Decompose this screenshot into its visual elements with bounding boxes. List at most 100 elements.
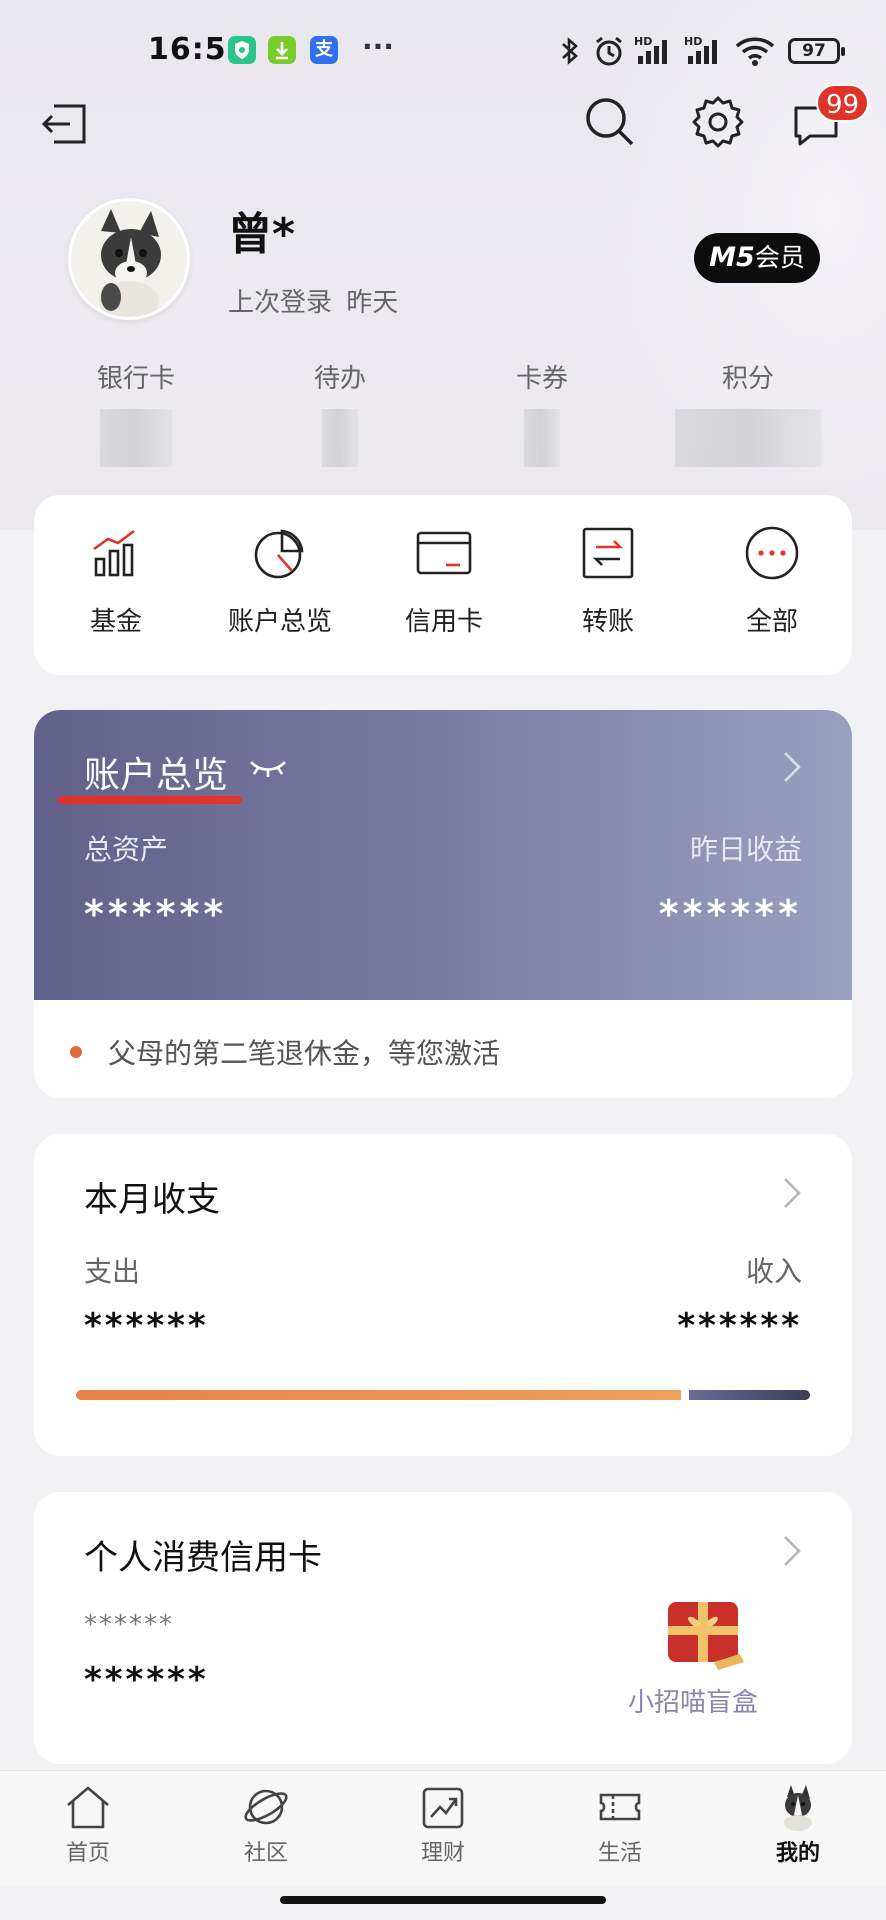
quick-action-account-overview[interactable]: 账户总览 xyxy=(198,525,362,638)
chevron-right-icon[interactable] xyxy=(782,1176,802,1210)
credit-card-value: ****** xyxy=(84,1660,209,1700)
tab-label: 社区 xyxy=(243,1841,288,1866)
download-app-icon xyxy=(268,36,296,64)
stat-label: 待办 xyxy=(313,364,366,394)
tab-community[interactable]: 社区 xyxy=(206,1783,326,1867)
expense-bar-segment xyxy=(76,1390,681,1400)
stat-label: 卡券 xyxy=(515,364,568,394)
monthly-income-expense-card[interactable]: 本月收支 支出 收入 ****** ****** xyxy=(34,1134,852,1456)
expense-label: 支出 xyxy=(84,1255,141,1288)
avatar-icon xyxy=(784,1785,812,1831)
tab-label: 首页 xyxy=(65,1841,110,1866)
more-dots-icon xyxy=(745,526,799,580)
logout-button[interactable] xyxy=(36,96,92,152)
notice-dot-icon xyxy=(70,1046,82,1058)
stat-value-blurred xyxy=(675,409,821,467)
quick-action-label: 基金 xyxy=(89,607,142,637)
account-overview-header: 账户总览 总资产 昨日收益 ****** ****** xyxy=(34,710,852,1000)
blind-box-label[interactable]: 小招喵盲盒 xyxy=(628,1682,758,1719)
total-assets-label: 总资产 xyxy=(84,833,169,866)
stat-todo[interactable]: 待办 xyxy=(240,358,440,471)
bottom-tab-bar: 首页 社区 理财 生活 我的 xyxy=(0,1770,886,1886)
quick-actions-card: 基金 账户总览 信用卡 转账 全部 xyxy=(34,495,852,675)
income-value: ****** xyxy=(677,1306,802,1346)
member-badge[interactable]: M5会员 xyxy=(694,233,820,283)
quick-action-credit-card[interactable]: 信用卡 xyxy=(362,525,526,638)
retirement-notice[interactable]: 父母的第二笔退休金，等您激活 xyxy=(70,1032,500,1072)
status-bar: 16:54 支 ··· HD HD 97 xyxy=(0,20,886,80)
settings-gear-icon[interactable] xyxy=(690,94,746,150)
fund-chart-icon xyxy=(93,529,135,577)
notice-text: 父母的第二笔退休金，等您激活 xyxy=(108,1037,501,1070)
wifi-icon xyxy=(735,37,775,66)
quick-action-label: 全部 xyxy=(745,607,798,637)
tab-wealth[interactable]: 理财 xyxy=(383,1783,503,1867)
stat-points[interactable]: 积分 xyxy=(648,358,848,471)
battery-indicator: 97 xyxy=(788,38,845,64)
quick-action-label: 转账 xyxy=(581,607,634,637)
expense-value: ****** xyxy=(84,1306,209,1346)
svg-text:HD: HD xyxy=(684,35,702,48)
home-indicator xyxy=(280,1896,606,1904)
stat-label: 积分 xyxy=(721,364,774,394)
chevron-right-icon[interactable] xyxy=(782,750,802,784)
tab-label: 我的 xyxy=(775,1841,820,1866)
alipay-app-icon: 支 xyxy=(310,36,338,64)
title-underline xyxy=(58,796,242,804)
home-icon xyxy=(67,1786,109,1829)
stat-bank-cards[interactable]: 银行卡 xyxy=(36,358,236,471)
ticket-icon xyxy=(599,1793,641,1821)
personal-credit-card[interactable]: 个人消费信用卡 ****** ****** 小招喵盲盒 xyxy=(34,1492,852,1764)
tab-label: 理财 xyxy=(420,1841,465,1866)
quick-action-fund[interactable]: 基金 xyxy=(34,525,198,638)
account-overview-title: 账户总览 xyxy=(84,755,229,796)
member-level: M5 xyxy=(709,242,755,273)
stat-coupons[interactable]: 卡券 xyxy=(442,358,642,471)
total-assets-value: ****** xyxy=(84,892,228,936)
stat-value-blurred xyxy=(322,409,358,467)
search-icon[interactable] xyxy=(582,94,638,150)
stat-value-blurred xyxy=(524,409,560,467)
member-suffix: 会员 xyxy=(754,243,805,272)
last-login: 上次登录 昨天 xyxy=(228,282,398,319)
credit-card-masked-number: ****** xyxy=(84,1610,174,1640)
gift-box-icon[interactable] xyxy=(658,1592,748,1682)
signal-2-icon: HD xyxy=(684,35,717,64)
signal-1-icon: HD xyxy=(634,35,667,64)
chevron-right-icon[interactable] xyxy=(782,1534,802,1568)
income-bar-segment xyxy=(689,1390,810,1400)
eye-closed-icon[interactable] xyxy=(248,756,288,780)
income-label: 收入 xyxy=(745,1255,802,1288)
quick-action-label: 信用卡 xyxy=(404,607,483,637)
quick-action-all[interactable]: 全部 xyxy=(690,525,854,638)
alarm-icon xyxy=(596,36,622,66)
planet-icon xyxy=(244,1789,288,1825)
dog-avatar-image xyxy=(71,201,187,317)
tab-home[interactable]: 首页 xyxy=(28,1783,148,1867)
stat-label: 银行卡 xyxy=(96,364,175,394)
last-login-label: 上次登录 xyxy=(228,288,333,318)
shield-app-icon xyxy=(228,36,256,64)
yesterday-income-label: 昨日收益 xyxy=(689,833,802,866)
user-name: 曾* xyxy=(228,209,296,260)
tab-mine[interactable]: 我的 xyxy=(738,1783,858,1867)
stats-row: 银行卡 待办 卡券 积分 xyxy=(36,358,850,468)
yesterday-income-value: ****** xyxy=(658,892,802,936)
account-overview-card[interactable]: 账户总览 总资产 昨日收益 ****** ****** 父母的第二笔退休金，等您… xyxy=(34,710,852,1098)
income-expense-bar xyxy=(76,1390,810,1400)
last-login-value: 昨天 xyxy=(346,288,399,318)
quick-action-transfer[interactable]: 转账 xyxy=(526,525,690,638)
transfer-icon xyxy=(582,527,634,579)
avatar[interactable] xyxy=(68,198,190,320)
credit-card-icon xyxy=(416,531,472,575)
stat-value-blurred xyxy=(100,409,172,467)
tab-label: 生活 xyxy=(597,1841,642,1866)
bluetooth-icon xyxy=(562,37,578,65)
message-count-badge: 99 xyxy=(816,84,870,122)
quick-action-label: 账户总览 xyxy=(227,607,332,637)
more-notifications-icon: ··· xyxy=(362,30,394,63)
tab-life[interactable]: 生活 xyxy=(560,1783,680,1867)
monthly-title: 本月收支 xyxy=(84,1180,220,1220)
credit-card-title: 个人消费信用卡 xyxy=(84,1538,322,1578)
svg-text:HD: HD xyxy=(634,35,652,48)
